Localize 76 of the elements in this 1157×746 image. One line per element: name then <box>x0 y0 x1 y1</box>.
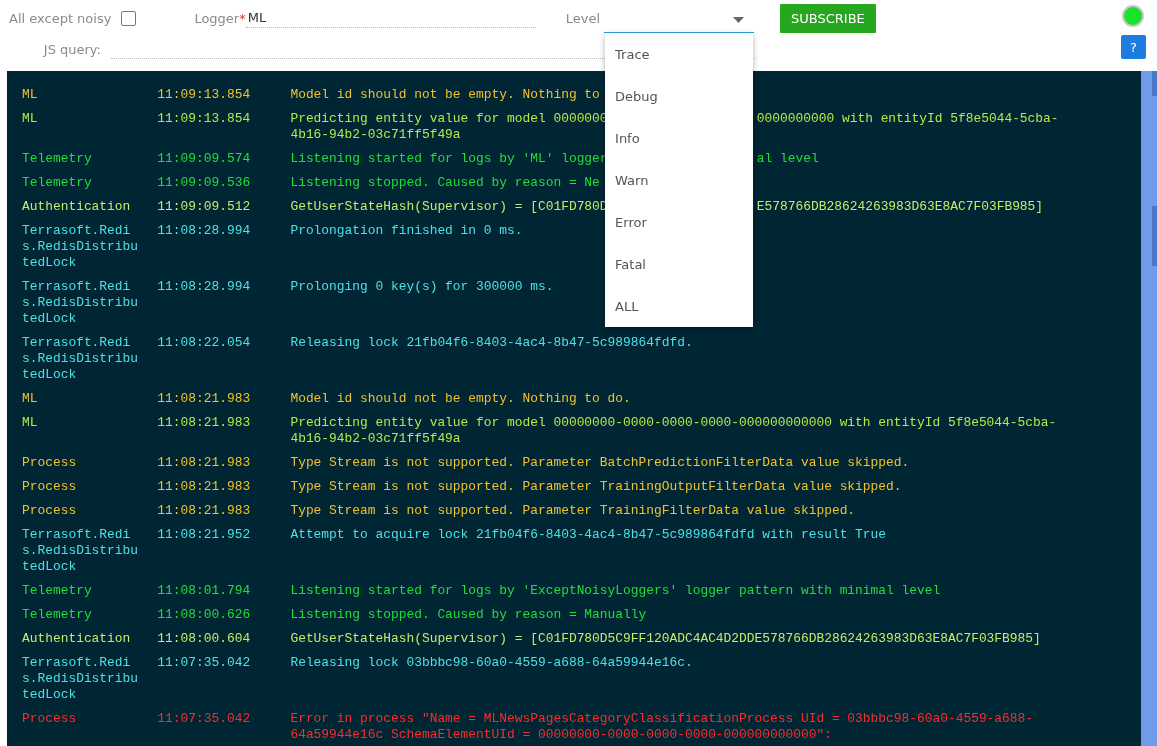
log-message: Type Stream is not supported. Parameter BatchPredictionFilterData value skipped. <box>290 455 910 471</box>
log-message: Model id should not be empty. Nothing to <box>290 87 600 103</box>
logger-name: Terrasoft.Redis.RedisDistributedLock <box>22 279 140 327</box>
log-message: Listening stopped. Caused by reason = Ne <box>290 175 600 191</box>
log-time: 11:08:00.626 <box>156 607 252 623</box>
log-message: Attempt to acquire lock 21fb04f6-8403-4ac4-8b47-5c989864fdfd with result True <box>290 527 887 543</box>
log-message: 4b16-94b2-03c71ff5f49a <box>290 127 461 143</box>
log-message: GetUserStateHash(Supervisor) = [C01FD780D5C9FF120ADC4AC4D2DDE578766DB28624263983D63E8AC7F03FB985] <box>290 631 1041 647</box>
logger-name: Process <box>22 503 78 519</box>
log-message: Prolonging 0 key(s) for 300000 ms. <box>290 279 554 295</box>
log-message: Listening started for logs by 'ML' logger <box>290 151 608 166</box>
log-time: 11:08:21.983 <box>156 503 252 519</box>
log-time: 11:09:09.512 <box>156 199 252 215</box>
log-message: Listening started for logs by 'ExceptNoisyLoggers' logger pattern with minimal level <box>290 583 941 599</box>
log-time: 11:08:00.604 <box>156 631 252 647</box>
checkbox[interactable] <box>121 10 137 26</box>
log-message: GetUserStateHash(Supervisor) = [C01FD780D <box>290 199 608 214</box>
log-time: 11:08:28.994 <box>156 279 252 296</box>
log-time: 11:08:21.952 <box>156 527 252 544</box>
scrollbar[interactable] <box>1141 71 1157 746</box>
logger-name: Telemetry <box>22 583 93 599</box>
logger-name: Authentication <box>22 631 132 647</box>
log-message: al level <box>756 151 819 167</box>
log-message: Predicting entity value for model 00000000-0000-0000-0000-000000000000 with entityId 5f8e5044-5cba-4b16-94b2-03c71ff5f49a <box>290 415 1058 447</box>
menu-item[interactable]: ALL <box>605 285 754 327</box>
logger-name: Terrasoft.Redis.RedisDistributedLock <box>22 335 140 383</box>
logger-name: Telemetry <box>22 607 93 623</box>
log-message: Error in process "Name = MLNewsPagesCategoryClassificationProcess UId = 03bbbc98-60a0-4559-a688-64a59944e16c SchemaElementUId = 00000000-0000-0000-0000-000000000000": <box>290 711 1035 743</box>
log-time: 11:08:01.794 <box>156 583 252 599</box>
logger-name: ML <box>22 111 39 128</box>
level-label: Level <box>565 10 601 26</box>
log-message: Type Stream is not supported. Parameter TrainingFilterData value skipped. <box>290 503 856 519</box>
menu-item[interactable]: Debug <box>605 75 754 117</box>
log-message: Model id should not be empty. Nothing to do. <box>290 391 631 407</box>
log-time: 11:07:35.042 <box>156 711 252 728</box>
menu-item[interactable]: Info <box>605 117 754 159</box>
logger-name: Telemetry <box>22 175 93 191</box>
log-time: 11:08:21.983 <box>156 391 252 407</box>
log-time: 11:08:21.983 <box>156 479 252 495</box>
log-time: 11:09:09.574 <box>156 151 252 167</box>
log-message: Type Stream is not supported. Parameter TrainingOutputFilterData value skipped. <box>290 479 902 495</box>
log-message: Releasing lock 03bbbc98-60a0-4559-a688-64a59944e16c. <box>290 655 693 671</box>
logger-name: Terrasoft.Redis.RedisDistributedLock <box>22 527 140 575</box>
logger-name: Process <box>22 711 78 728</box>
log-message: 0000000000 with entityId 5f8e5044-5cba- <box>756 111 1059 127</box>
logger-name: Terrasoft.Redis.RedisDistributedLock <box>22 655 140 703</box>
log-time: 11:09:09.536 <box>156 175 252 191</box>
logger-name: Telemetry <box>22 151 93 167</box>
logger-name: ML <box>22 415 39 432</box>
js-query-label: JS query: <box>42 41 101 57</box>
log-time: 11:09:13.854 <box>156 87 252 103</box>
logger-field[interactable]: ML <box>245 8 536 28</box>
menu-item[interactable]: Error <box>605 201 754 243</box>
log-message: Releasing lock 21fb04f6-8403-4ac4-8b47-5c989864fdfd. <box>290 335 693 351</box>
logger-name: Authentication <box>22 199 132 215</box>
logger-name: Terrasoft.Redis.RedisDistributedLock <box>22 223 140 271</box>
log-time: 11:07:35.042 <box>156 655 252 672</box>
logger-name: Process <box>22 455 78 471</box>
log-time: 11:08:22.054 <box>156 335 252 352</box>
log-time: 11:09:13.854 <box>156 111 252 128</box>
logger-name: Process <box>22 479 78 495</box>
log-time: 11:08:21.983 <box>156 455 252 471</box>
log-message: E578766DB28624263983D63E8AC7F03FB985] <box>756 199 1044 215</box>
log-message: Prolongation finished in 0 ms. <box>290 223 523 239</box>
log-time: 11:08:28.994 <box>156 223 252 240</box>
help-button[interactable]: ? <box>1121 35 1146 59</box>
log-message: Listening stopped. Caused by reason = Manually <box>290 607 647 623</box>
logger-name: ML <box>22 87 39 103</box>
logger-label: Logger* <box>194 10 246 26</box>
menu-item[interactable]: Trace <box>605 33 754 75</box>
caret-icon <box>733 17 745 23</box>
menu-item[interactable]: Fatal <box>605 243 754 285</box>
menu-item[interactable]: Warn <box>605 159 754 201</box>
logger-name: ML <box>22 391 39 407</box>
log-time: 11:08:21.983 <box>156 415 252 432</box>
checkbox-label: All except noisy <box>9 10 112 26</box>
